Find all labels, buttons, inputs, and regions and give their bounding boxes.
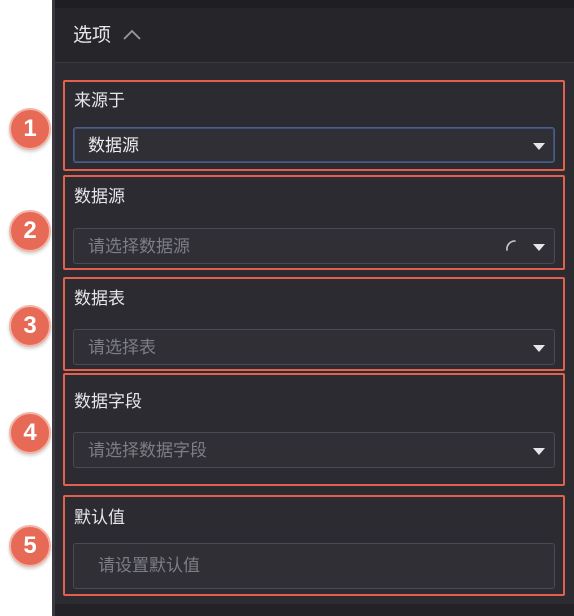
source-field-highlight: 来源于 数据源 (63, 80, 565, 171)
datasource-placeholder: 请选择数据源 (88, 237, 190, 257)
datasource-field-highlight: 数据源 请选择数据源 (63, 175, 565, 270)
loading-spinner-icon (506, 240, 516, 251)
default-value-placeholder: 请设置默认值 (98, 556, 200, 576)
step-badge-5: 5 (9, 525, 51, 567)
table-select[interactable]: 请选择表 (73, 329, 555, 365)
step-badge-2: 2 (9, 210, 51, 252)
datasource-select[interactable]: 请选择数据源 (73, 228, 555, 264)
default-value-label: 默认值 (74, 508, 125, 528)
chevron-up-icon[interactable] (121, 26, 143, 44)
panel-left-edge (52, 0, 55, 616)
source-select[interactable]: 数据源 (73, 127, 555, 163)
table-placeholder: 请选择表 (88, 338, 156, 358)
step-badge-4: 4 (9, 412, 51, 454)
step-badge-3: 3 (9, 305, 51, 347)
data-field-select[interactable]: 请选择数据字段 (73, 432, 555, 468)
source-label: 来源于 (74, 91, 125, 111)
table-label: 数据表 (74, 289, 125, 309)
caret-down-icon (533, 448, 545, 455)
data-field-placeholder: 请选择数据字段 (88, 441, 207, 461)
data-field-label: 数据字段 (74, 392, 142, 412)
default-value-field-highlight: 默认值 请设置默认值 (63, 495, 565, 596)
default-value-input[interactable]: 请设置默认值 (73, 543, 555, 589)
panel-top-strip (52, 0, 574, 8)
source-select-value: 数据源 (88, 136, 139, 156)
options-section-header[interactable]: 选项 (55, 8, 574, 63)
caret-down-icon (533, 244, 545, 251)
table-field-highlight: 数据表 请选择表 (63, 277, 565, 371)
data-field-highlight: 数据字段 请选择数据字段 (63, 373, 565, 486)
caret-down-icon (533, 345, 545, 352)
section-title: 选项 (73, 24, 112, 46)
datasource-label: 数据源 (74, 187, 125, 207)
step-badge-1: 1 (9, 108, 51, 150)
panel-bottom-edge (55, 604, 574, 616)
caret-down-icon (533, 143, 545, 150)
